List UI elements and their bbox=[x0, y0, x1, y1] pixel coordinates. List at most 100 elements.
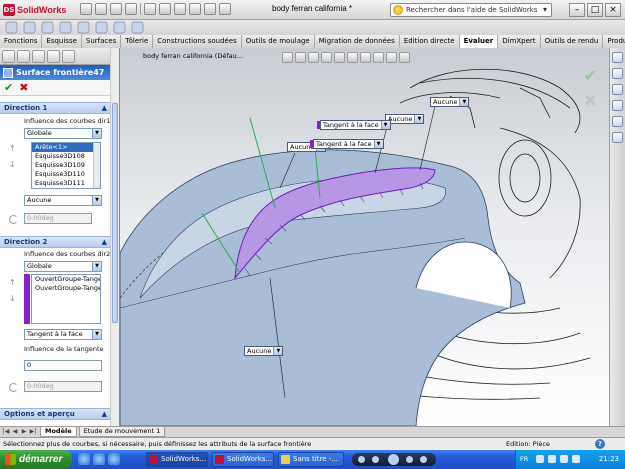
tab-modele[interactable]: Modèle bbox=[40, 427, 77, 437]
appearances-icon[interactable] bbox=[612, 132, 623, 143]
search-dropdown-icon[interactable]: ▾ bbox=[540, 5, 550, 15]
list-item[interactable]: Arête<1> bbox=[32, 143, 100, 152]
reverse-direction-icon[interactable] bbox=[9, 215, 18, 224]
appearance-icon[interactable] bbox=[204, 3, 216, 15]
apply-scene-icon[interactable] bbox=[386, 52, 397, 63]
media-player-icon[interactable] bbox=[108, 453, 120, 465]
collapse-icon[interactable]: ▲ bbox=[102, 103, 107, 114]
hide-show-icon[interactable] bbox=[360, 52, 371, 63]
edit-appearance-icon[interactable] bbox=[373, 52, 384, 63]
influence-dir2-select[interactable]: Globale ▼ bbox=[24, 261, 102, 272]
help-icon[interactable]: ? bbox=[595, 439, 605, 449]
taskbar-paint[interactable]: Sans titre -... bbox=[278, 452, 344, 467]
command-icon[interactable] bbox=[59, 21, 72, 34]
rebuild-icon[interactable] bbox=[174, 3, 186, 15]
tab-outils-de-rendu[interactable]: Outils de rendu bbox=[540, 35, 604, 48]
options-heading[interactable]: Options et aperçu ▲ bbox=[0, 408, 111, 420]
list-item[interactable]: Esquisse3D109 bbox=[32, 161, 100, 170]
taskbar-solidworks-2[interactable]: SolidWorks... bbox=[212, 452, 274, 467]
forward-icon[interactable] bbox=[406, 456, 413, 463]
tab-surfaces[interactable]: Surfaces bbox=[81, 35, 122, 48]
scrollbar-thumb[interactable] bbox=[112, 103, 118, 323]
tab-constructions-soudees[interactable]: Constructions soudées bbox=[153, 35, 242, 48]
move-up-icon[interactable]: ↑ bbox=[9, 278, 16, 287]
solidworks-logo[interactable]: DS SolidWorks bbox=[3, 2, 66, 17]
connector-callout[interactable]: Aucune ▼ bbox=[385, 114, 425, 124]
solidworks-resources-icon[interactable] bbox=[612, 52, 623, 63]
start-button[interactable]: démarrer bbox=[0, 450, 72, 469]
design-library-icon[interactable] bbox=[612, 68, 623, 79]
close-button[interactable]: × bbox=[605, 3, 621, 17]
language-indicator[interactable]: FR bbox=[520, 455, 528, 463]
connector-callout[interactable]: Tangent à la face ▼ bbox=[317, 120, 391, 130]
ok-icon[interactable]: ✔ bbox=[584, 66, 597, 85]
tab-migration-de-donnees[interactable]: Migration de données bbox=[314, 35, 400, 48]
taskbar-solidworks-1[interactable]: SolidWorks... bbox=[146, 452, 208, 467]
curves-dir2-list[interactable]: OuvertGroupe-Tangen OuvertGroupe-Tangen bbox=[31, 274, 101, 324]
command-icon[interactable] bbox=[5, 21, 18, 34]
undo-icon[interactable] bbox=[144, 3, 156, 15]
influence-dir1-select[interactable]: Globale ▼ bbox=[24, 128, 102, 139]
help-search-box[interactable]: Rechercher dans l'aide de SolidWorks ▾ bbox=[390, 3, 552, 17]
print-icon[interactable] bbox=[125, 3, 137, 15]
first-tab-icon[interactable]: |◀ bbox=[2, 428, 10, 436]
tab-fonctions[interactable]: Fonctions bbox=[0, 35, 43, 48]
list-item[interactable]: Esquisse3D111 bbox=[32, 179, 100, 188]
tangency-dir2-select[interactable]: Tangent à la face ▼ bbox=[24, 329, 102, 340]
feature-tree-flyout[interactable]: body ferran california (Défau... bbox=[143, 52, 243, 60]
tangency-dir1-select[interactable]: Aucune ▼ bbox=[24, 195, 102, 206]
configuration-manager-tab-icon[interactable] bbox=[32, 49, 45, 63]
list-scrollbar[interactable] bbox=[93, 143, 100, 188]
car-body-model[interactable] bbox=[120, 48, 609, 426]
network-icon[interactable] bbox=[572, 455, 580, 463]
list-item[interactable]: Esquisse3D108 bbox=[32, 152, 100, 161]
connector-callout[interactable]: Aucune ▼ bbox=[430, 97, 470, 107]
feature-manager-tab-icon[interactable] bbox=[2, 49, 15, 63]
tangent-influence-field[interactable]: 0 bbox=[24, 360, 102, 371]
command-icon[interactable] bbox=[95, 21, 108, 34]
next-tab-icon[interactable]: ▶ bbox=[20, 428, 28, 436]
direction2-heading[interactable]: Direction 2 ▲ bbox=[0, 236, 111, 248]
command-icon[interactable] bbox=[77, 21, 90, 34]
search-icon[interactable] bbox=[612, 100, 623, 111]
previous-tab-icon[interactable]: ◀ bbox=[11, 428, 19, 436]
command-icon[interactable] bbox=[131, 21, 144, 34]
move-down-icon[interactable]: ↓ bbox=[9, 160, 16, 169]
ok-button[interactable]: ✔ bbox=[4, 81, 13, 94]
options-icon[interactable] bbox=[189, 3, 201, 15]
tab-produ[interactable]: Produ bbox=[603, 35, 625, 48]
previous-track-icon[interactable] bbox=[358, 456, 365, 463]
property-manager-tab-icon[interactable] bbox=[17, 49, 30, 63]
tab-evaluer[interactable]: Evaluer bbox=[459, 35, 499, 48]
display-style-icon[interactable] bbox=[347, 52, 358, 63]
tray-icon[interactable] bbox=[548, 455, 556, 463]
open-icon[interactable] bbox=[95, 3, 107, 15]
tab-outils-de-moulage[interactable]: Outils de moulage bbox=[241, 35, 315, 48]
command-icon[interactable] bbox=[113, 21, 126, 34]
maximize-button[interactable]: □ bbox=[587, 3, 603, 17]
last-tab-icon[interactable]: ▶| bbox=[29, 428, 37, 436]
display-manager-tab-icon[interactable] bbox=[62, 49, 75, 63]
curves-dir1-list[interactable]: Arête<1> Esquisse3D108 Esquisse3D109 Esq… bbox=[31, 142, 101, 189]
view-orientation-icon[interactable] bbox=[334, 52, 345, 63]
save-icon[interactable] bbox=[110, 3, 122, 15]
show-desktop-icon[interactable] bbox=[93, 453, 105, 465]
next-track-icon[interactable] bbox=[420, 456, 427, 463]
play-icon[interactable] bbox=[388, 454, 399, 465]
tab-esquisse[interactable]: Esquisse bbox=[42, 35, 82, 48]
previous-view-icon[interactable] bbox=[308, 52, 319, 63]
move-up-icon[interactable]: ↑ bbox=[9, 144, 16, 153]
list-item[interactable]: OuvertGroupe-Tangen bbox=[32, 275, 100, 284]
list-item[interactable]: OuvertGroupe-Tangen bbox=[32, 284, 100, 293]
list-item[interactable]: Esquisse3D110 bbox=[32, 170, 100, 179]
zoom-area-icon[interactable] bbox=[295, 52, 306, 63]
collapse-icon[interactable]: ▲ bbox=[102, 409, 107, 420]
collapse-icon[interactable]: ▲ bbox=[102, 237, 107, 248]
property-manager-scrollbar[interactable] bbox=[110, 48, 119, 426]
new-document-icon[interactable] bbox=[80, 3, 92, 15]
select-icon[interactable] bbox=[159, 3, 171, 15]
tab-motion-study[interactable]: Etude de mouvement 1 bbox=[78, 427, 166, 437]
cancel-button[interactable]: ✖ bbox=[19, 81, 28, 94]
cancel-icon[interactable]: ✖ bbox=[584, 91, 597, 110]
angle-dir2-field[interactable]: 0.00deg bbox=[24, 381, 102, 392]
